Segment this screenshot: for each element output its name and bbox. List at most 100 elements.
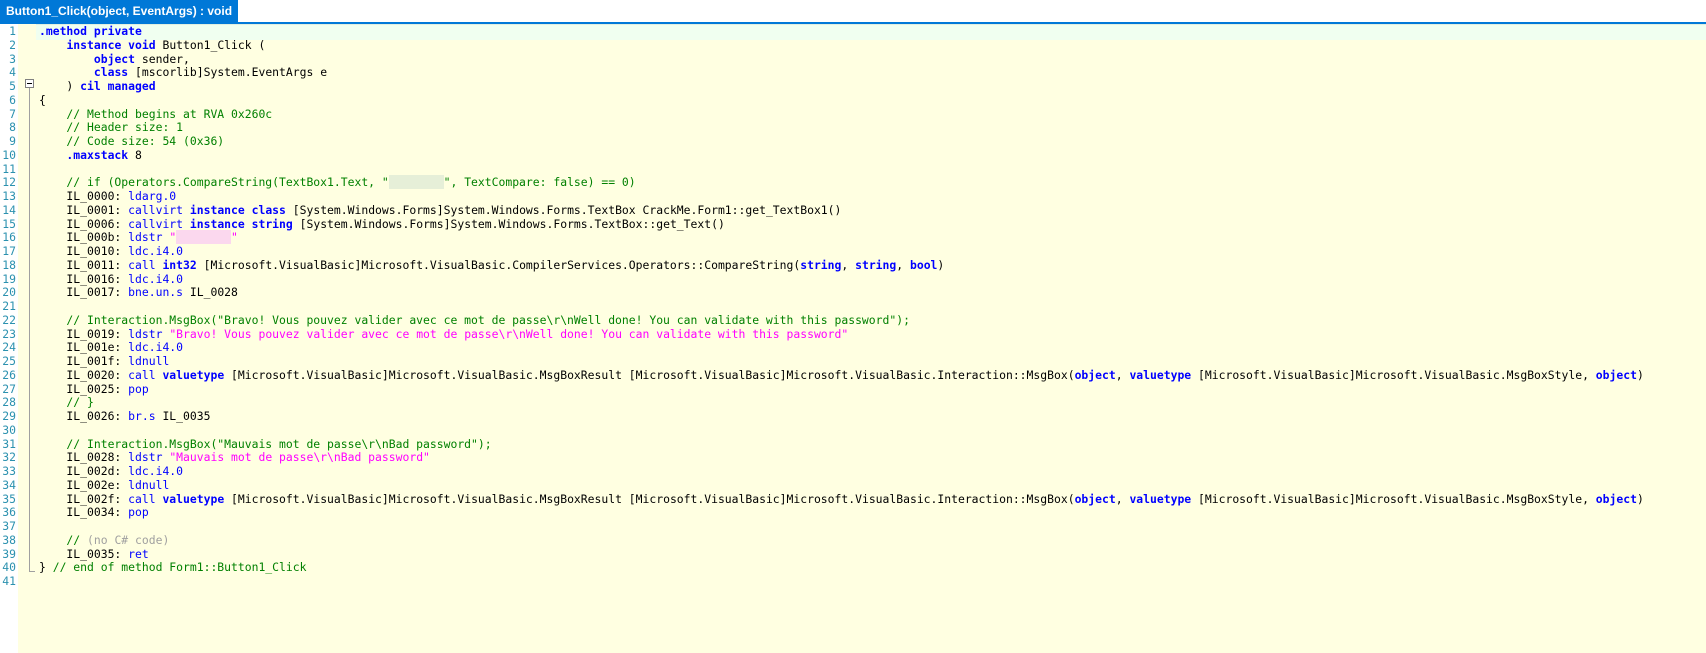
code-line[interactable]: 23 IL_0019: ldstr "Bravo! Vous pouvez va… bbox=[0, 327, 1706, 342]
code-line[interactable]: 41 bbox=[0, 574, 1706, 589]
code-text: IL_0020: call valuetype [Microsoft.Visua… bbox=[39, 367, 1643, 383]
code-line[interactable]: 13 IL_0000: ldarg.0 bbox=[0, 189, 1706, 204]
line-number: 3 bbox=[9, 51, 16, 66]
code-line[interactable]: 20 IL_0017: bne.un.s IL_0028 bbox=[0, 285, 1706, 300]
code-token: ) bbox=[39, 79, 81, 93]
redacted-token bbox=[388, 175, 444, 190]
code-line[interactable]: 36 IL_0034: pop bbox=[0, 505, 1706, 520]
code-token: cil managed bbox=[80, 79, 156, 93]
code-line[interactable]: 3 object sender, bbox=[0, 52, 1706, 67]
code-text: IL_0016: ldc.i4.0 bbox=[39, 272, 183, 287]
code-text: // if (Operators.CompareString(TextBox1.… bbox=[39, 175, 636, 190]
code-line[interactable]: 1 .method private bbox=[0, 24, 1706, 39]
code-text: IL_0028: ldstr "Mauvais mot de passe\r\n… bbox=[39, 450, 430, 465]
code-token: IL_001e: bbox=[39, 340, 129, 355]
code-line[interactable]: 30 bbox=[0, 423, 1706, 438]
code-token: // end of method Form1::Button1_Click bbox=[52, 560, 307, 575]
code-line[interactable]: 35 IL_002f: call valuetype [Microsoft.Vi… bbox=[0, 492, 1706, 507]
line-number: 1 bbox=[9, 24, 16, 38]
code-token: IL_0028 bbox=[183, 285, 238, 300]
code-token: call bbox=[128, 367, 163, 382]
redacted-token bbox=[176, 230, 232, 245]
code-text: class [mscorlib]System.EventArgs e bbox=[39, 65, 327, 80]
code-line[interactable]: 10 .maxstack 8 bbox=[0, 148, 1706, 163]
code-text: // Header size: 1 bbox=[39, 120, 183, 135]
code-line[interactable]: 32 IL_0028: ldstr "Mauvais mot de passe\… bbox=[0, 450, 1706, 465]
code-token: int32 bbox=[162, 257, 197, 272]
code-line[interactable]: 25 IL_001f: ldnull bbox=[0, 354, 1706, 369]
code-line[interactable]: 6{ bbox=[0, 93, 1706, 108]
line-number: 39 bbox=[2, 546, 16, 561]
code-line[interactable]: 11 bbox=[0, 162, 1706, 177]
code-text: // Interaction.MsgBox("Mauvais mot de pa… bbox=[39, 437, 491, 452]
code-line[interactable]: 26 IL_0020: call valuetype [Microsoft.Vi… bbox=[0, 368, 1706, 383]
code-token: IL_0001: bbox=[39, 202, 129, 217]
code-line[interactable]: 17 IL_0010: ldc.i4.0 bbox=[0, 244, 1706, 259]
code-token: IL_002d: bbox=[39, 464, 129, 478]
code-line[interactable]: 2 instance void Button1_Click ( bbox=[0, 38, 1706, 53]
code-token: // Code size: 54 (0x36) bbox=[39, 134, 225, 148]
code-line[interactable]: 8 // Header size: 1 bbox=[0, 120, 1706, 135]
code-line[interactable]: 19 IL_0016: ldc.i4.0 bbox=[0, 272, 1706, 287]
code-line[interactable]: 31 // Interaction.MsgBox("Mauvais mot de… bbox=[0, 437, 1706, 452]
code-line[interactable]: 22 // Interaction.MsgBox("Bravo! Vous po… bbox=[0, 313, 1706, 328]
code-token: ldarg.0 bbox=[128, 189, 177, 203]
line-number: 25 bbox=[2, 354, 16, 368]
code-line[interactable]: 33 IL_002d: ldc.i4.0 bbox=[0, 464, 1706, 479]
code-text: // } bbox=[39, 395, 93, 410]
code-text: IL_0035: ret bbox=[39, 546, 149, 562]
code-token: ldnull bbox=[128, 354, 170, 368]
line-number: 33 bbox=[2, 464, 16, 478]
code-token: ldc.i4.0 bbox=[128, 464, 184, 478]
code-token: 8 bbox=[128, 147, 142, 162]
code-line[interactable]: 38 // (no C# code) bbox=[0, 533, 1706, 548]
code-line[interactable]: 18 IL_0011: call int32 [Microsoft.Visual… bbox=[0, 258, 1706, 273]
code-line[interactable]: 37 bbox=[0, 519, 1706, 534]
line-number: 19 bbox=[2, 271, 16, 286]
line-number: 40 bbox=[2, 560, 16, 575]
code-line[interactable]: 4 class [mscorlib]System.EventArgs e bbox=[0, 65, 1706, 80]
code-token: } bbox=[39, 560, 53, 575]
code-line[interactable]: 15 IL_0006: callvirt instance string [Sy… bbox=[0, 217, 1706, 232]
code-text: IL_0000: ldarg.0 bbox=[39, 189, 176, 204]
code-token: [System.Windows.Forms]System.Windows.For… bbox=[285, 202, 842, 217]
collapse-method-icon[interactable] bbox=[25, 79, 34, 88]
code-line[interactable]: 28 // } bbox=[0, 395, 1706, 410]
code-line[interactable]: 34 IL_002e: ldnull bbox=[0, 478, 1706, 493]
code-line[interactable]: 27 IL_0025: pop bbox=[0, 382, 1706, 397]
code-text: IL_0019: ldstr "Bravo! Vous pouvez valid… bbox=[39, 327, 848, 342]
code-token: instance string bbox=[189, 216, 293, 231]
code-line[interactable]: 12 // if (Operators.CompareString(TextBo… bbox=[0, 175, 1706, 190]
code-token: bool bbox=[909, 257, 938, 272]
code-line[interactable]: 29 IL_0026: br.s IL_0035 bbox=[0, 409, 1706, 424]
line-number: 13 bbox=[2, 189, 16, 203]
code-line[interactable]: 14 IL_0001: callvirt instance class [Sys… bbox=[0, 203, 1706, 218]
code-text: } // end of method Form1::Button1_Click bbox=[39, 560, 306, 575]
code-line[interactable]: 21 bbox=[0, 299, 1706, 314]
code-token: Button1_Click ( bbox=[155, 37, 266, 52]
code-token: .maxstack bbox=[39, 147, 129, 162]
code-token: , bbox=[896, 257, 910, 272]
code-token: IL_001f: bbox=[39, 354, 129, 368]
code-token: ldc.i4.0 bbox=[128, 271, 184, 286]
code-line[interactable]: 24 IL_001e: ldc.i4.0 bbox=[0, 340, 1706, 355]
code-line[interactable]: 7 // Method begins at RVA 0x260c bbox=[0, 107, 1706, 122]
code-line[interactable]: 40} // end of method Form1::Button1_Clic… bbox=[0, 560, 1706, 575]
tab-button1-click[interactable]: Button1_Click(object, EventArgs) : void bbox=[0, 0, 239, 22]
code-line[interactable]: 5 ) cil managed bbox=[0, 79, 1706, 94]
code-text: IL_0034: pop bbox=[39, 505, 148, 520]
code-line[interactable]: 9 // Code size: 54 (0x36) bbox=[0, 134, 1706, 149]
line-number: 2 bbox=[9, 37, 16, 52]
code-token: object bbox=[1074, 367, 1116, 382]
line-number: 23 bbox=[2, 326, 16, 341]
line-number: 29 bbox=[2, 409, 16, 423]
code-token: object bbox=[1074, 491, 1116, 506]
code-text: object sender, bbox=[39, 52, 190, 67]
code-line[interactable]: 16 IL_000b: ldstr " " bbox=[0, 230, 1706, 245]
code-token: private bbox=[93, 24, 142, 38]
code-line[interactable]: 39 IL_0035: ret bbox=[0, 547, 1706, 562]
code-editor[interactable]: 1 .method private 2 instance void Button1_… bbox=[0, 24, 1706, 653]
code-token: ret bbox=[128, 546, 149, 561]
code-token: // Header size: 1 bbox=[39, 120, 184, 135]
